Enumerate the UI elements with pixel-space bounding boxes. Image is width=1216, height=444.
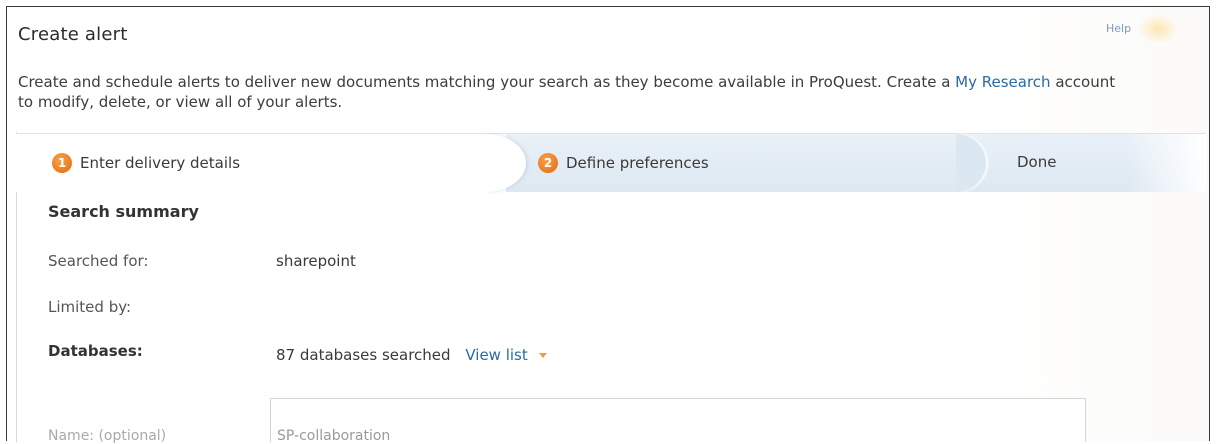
databases-label: Databases: — [48, 342, 143, 360]
help-glow-decoration — [1138, 14, 1178, 44]
limited-by-label: Limited by: — [48, 298, 132, 316]
chevron-down-icon[interactable] — [538, 353, 547, 358]
name-field-label: Name: (optional) — [48, 428, 167, 444]
intro-text: Create and schedule alerts to deliver ne… — [18, 72, 1118, 112]
searched-for-label: Searched for: — [48, 252, 149, 270]
step-2-label: Define preferences — [566, 154, 709, 172]
step-tab-2-arrow — [956, 134, 986, 192]
databases-value-row: 87 databases searched View list — [276, 346, 547, 364]
step-3-label: Done — [1017, 153, 1057, 171]
my-research-link[interactable]: My Research — [955, 73, 1050, 91]
view-list-link[interactable]: View list — [465, 346, 527, 364]
step-2-number-icon: 2 — [538, 153, 558, 173]
databases-count: 87 databases searched — [276, 346, 451, 364]
searched-for-value: sharepoint — [276, 252, 356, 270]
help-link[interactable]: Help — [1106, 22, 1131, 35]
step-1-number-icon: 1 — [52, 153, 72, 173]
search-summary-heading: Search summary — [48, 202, 199, 221]
step-bar-fade — [1126, 134, 1206, 192]
intro-prefix: Create and schedule alerts to deliver ne… — [18, 73, 956, 91]
dialog-title: Create alert — [18, 24, 128, 45]
alert-name-input[interactable] — [270, 398, 1086, 442]
step-enter-delivery-details: 1 Enter delivery details — [52, 153, 240, 173]
step-tab-1-arrow — [486, 134, 526, 192]
step-progress-bar: 1 Enter delivery details 2 Define prefer… — [16, 133, 1206, 192]
step-done: Done — [1017, 153, 1056, 171]
step-define-preferences: 2 Define preferences — [538, 153, 709, 173]
step-1-label: Enter delivery details — [80, 154, 241, 172]
